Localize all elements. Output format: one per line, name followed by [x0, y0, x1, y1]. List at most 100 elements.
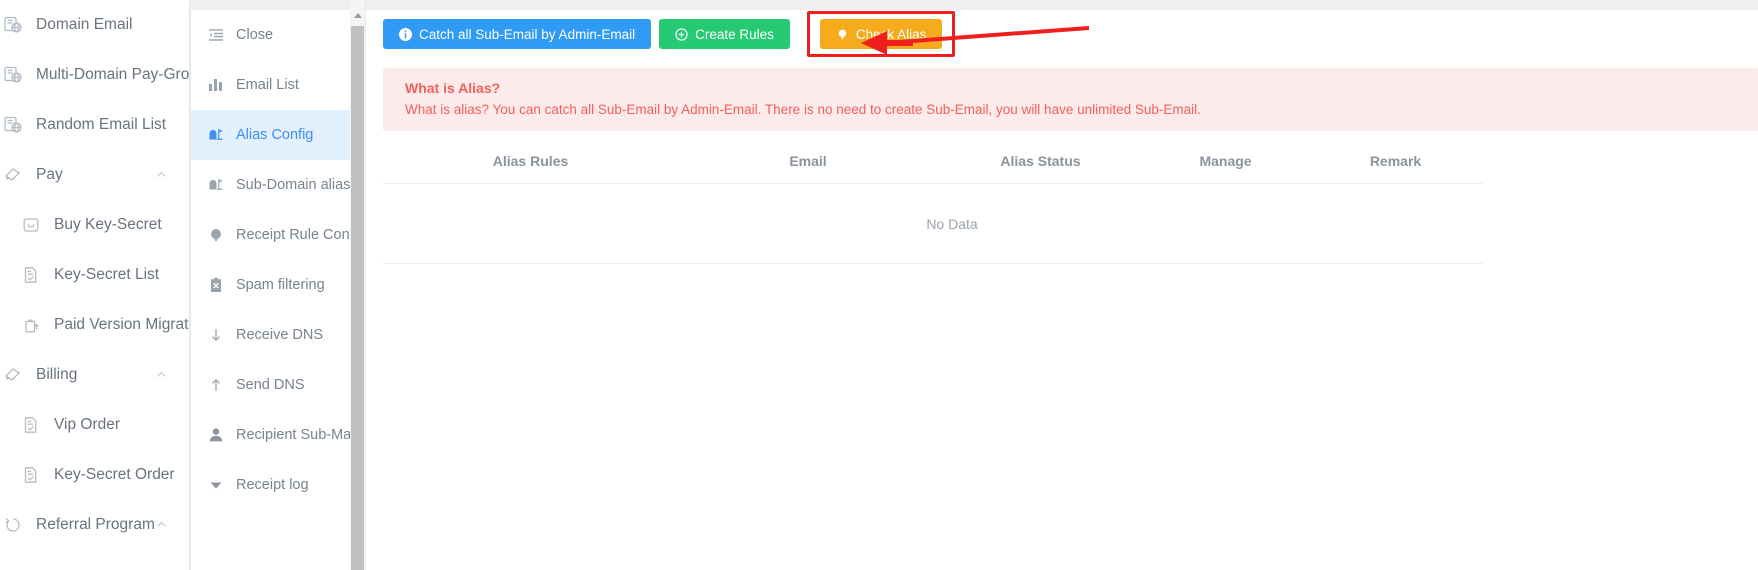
sidebar-item-label: Domain Email — [36, 16, 133, 33]
sidebar-group-pay[interactable]: Pay — [0, 150, 189, 200]
pay-icon — [2, 164, 24, 186]
chevron-up-icon[interactable] — [156, 370, 167, 381]
sidebar-item-label: Buy Key-Secret — [54, 216, 162, 233]
mailbox-icon — [207, 126, 225, 144]
sidebar-item-label: Key-Secret Order — [54, 466, 175, 483]
sidebar-group-billing[interactable]: Billing — [0, 350, 189, 400]
secondary-menu-list: Close Email List Alias Config Sub-Domain… — [190, 0, 350, 510]
arrow-down-icon — [207, 326, 225, 344]
domain-email-icon — [2, 64, 24, 86]
alert-text: What is alias? You can catch all Sub-Ema… — [405, 102, 1201, 117]
alias-info-alert: What is Alias? What is alias? You can ca… — [383, 68, 1758, 131]
column-header-alias-status: Alias Status — [1000, 153, 1081, 169]
bar-chart-icon — [207, 76, 225, 94]
action-toolbar: Catch all Sub-Email by Admin-Email Creat… — [383, 11, 1758, 57]
scrollbar-thumb[interactable] — [351, 26, 364, 570]
plus-circle-icon — [675, 27, 688, 41]
domain-email-icon — [2, 14, 24, 36]
sidebar-item-label: Pay — [36, 166, 63, 183]
list-doc-icon — [20, 414, 42, 436]
upload-bag-icon — [20, 314, 42, 336]
sidebar-item-label: Paid Version Migration — [54, 316, 189, 333]
submenu-item-close[interactable]: Close — [190, 10, 350, 60]
wallet-icon — [20, 214, 42, 236]
sidebar-item-label: Key-Secret List — [54, 266, 160, 283]
submenu-item-label: Send DNS — [236, 377, 305, 393]
alias-table: Alias Rules Email Alias Status Manage Re… — [383, 147, 1483, 264]
sidebar-item-domain-email[interactable]: Domain Email — [0, 0, 189, 50]
submenu-item-label: Receipt Rule Config — [236, 227, 350, 243]
button-label: Catch all Sub-Email by Admin-Email — [419, 26, 636, 42]
table-empty-state: No Data — [383, 184, 1483, 264]
create-rules-button[interactable]: Create Rules — [659, 19, 790, 49]
submenu-item-spam-filtering[interactable]: Spam filtering — [190, 260, 350, 310]
chevron-up-icon[interactable] — [156, 170, 167, 181]
sidebar-item-vip-order[interactable]: Vip Order — [0, 400, 189, 450]
sidebar-item-random-email-list[interactable]: Random Email List — [0, 100, 189, 150]
catch-all-sub-email-button[interactable]: Catch all Sub-Email by Admin-Email — [383, 19, 652, 49]
submenu-item-alias-config[interactable]: Alias Config — [190, 110, 350, 160]
button-label: Create Rules — [695, 26, 774, 42]
sidebar-item-buy-key-secret[interactable]: Buy Key-Secret — [0, 200, 189, 250]
sidebar-item-multi-domain-pay-group[interactable]: Multi-Domain Pay-Group — [0, 50, 189, 100]
sidebar-item-key-secret-order[interactable]: Key-Secret Order — [0, 450, 189, 500]
primary-sidebar-list: Domain Email Multi-Domain Pay-Group Rand… — [0, 0, 189, 550]
sidebar-item-label: Multi-Domain Pay-Group — [36, 66, 190, 83]
submenu-item-receipt-log[interactable]: Receipt log — [190, 460, 350, 510]
list-doc-icon — [20, 264, 42, 286]
sidebar-item-label: Billing — [36, 366, 78, 383]
chevron-up-icon[interactable] — [156, 520, 167, 531]
submenu-item-label: Sub-Domain alias — [236, 177, 350, 193]
column-header-remark: Remark — [1369, 153, 1422, 169]
submenu-item-label: Receive DNS — [236, 327, 324, 343]
bulb-icon — [207, 226, 225, 244]
sidebar-item-paid-version-migration[interactable]: Paid Version Migration — [0, 300, 189, 350]
submenu-item-send-dns[interactable]: Send DNS — [190, 360, 350, 410]
column-header-email: Email — [789, 153, 827, 169]
check-alias-highlight-box: Check Alias — [806, 11, 956, 57]
main-content: Catch all Sub-Email by Admin-Email Creat… — [366, 0, 1758, 570]
secondary-menu-divider — [190, 10, 191, 570]
submenu-item-recipient-sub-mail[interactable]: Recipient Sub-Mail — [190, 410, 350, 460]
page-scrollbar[interactable] — [350, 0, 366, 570]
submenu-item-label: Alias Config — [236, 127, 314, 143]
sidebar-group-referral-program[interactable]: Referral Program — [0, 500, 189, 550]
collapse-menu-icon — [207, 26, 225, 44]
alert-title: What is Alias? — [405, 80, 501, 96]
arrow-up-icon — [207, 376, 225, 394]
check-alias-button[interactable]: Check Alias — [819, 19, 943, 49]
submenu-item-sub-domain-alias[interactable]: Sub-Domain alias — [190, 160, 350, 210]
sidebar-item-key-secret-list[interactable]: Key-Secret List — [0, 250, 189, 300]
submenu-item-label: Close — [236, 27, 274, 43]
scroll-up-arrow-icon[interactable] — [353, 13, 362, 18]
mailbox-icon — [207, 176, 225, 194]
button-label: Check Alias — [855, 26, 927, 42]
submenu-item-label: Spam filtering — [236, 277, 325, 293]
list-doc-icon — [20, 464, 42, 486]
primary-sidebar: Domain Email Multi-Domain Pay-Group Rand… — [0, 0, 190, 570]
sidebar-item-label: Referral Program — [36, 516, 155, 533]
user-icon — [207, 426, 225, 444]
clipboard-x-icon — [207, 276, 225, 294]
submenu-item-label: Email List — [236, 77, 299, 93]
app-window: Domain Email Multi-Domain Pay-Group Rand… — [0, 0, 1758, 570]
sidebar-item-label: Random Email List — [36, 116, 167, 133]
table-header-row: Alias Rules Email Alias Status Manage Re… — [383, 147, 1483, 184]
info-circle-icon — [399, 27, 412, 41]
sidebar-item-label: Vip Order — [54, 416, 121, 433]
content-top-strip — [366, 0, 1758, 10]
triangle-down-icon — [207, 476, 225, 494]
column-header-manage: Manage — [1199, 153, 1252, 169]
submenu-item-label: Recipient Sub-Mail — [236, 427, 350, 443]
secondary-menu-top-strip — [190, 0, 350, 10]
content-body: Catch all Sub-Email by Admin-Email Creat… — [366, 0, 1758, 264]
submenu-item-receipt-rule-config[interactable]: Receipt Rule Config — [190, 210, 350, 260]
submenu-item-receive-dns[interactable]: Receive DNS — [190, 310, 350, 360]
submenu-item-email-list[interactable]: Email List — [190, 60, 350, 110]
domain-email-icon — [2, 114, 24, 136]
bulb-icon — [836, 28, 849, 41]
column-header-alias-rules: Alias Rules — [492, 153, 569, 169]
pay-icon — [2, 364, 24, 386]
submenu-item-label: Receipt log — [236, 477, 309, 493]
empty-state-label: No Data — [926, 215, 978, 232]
